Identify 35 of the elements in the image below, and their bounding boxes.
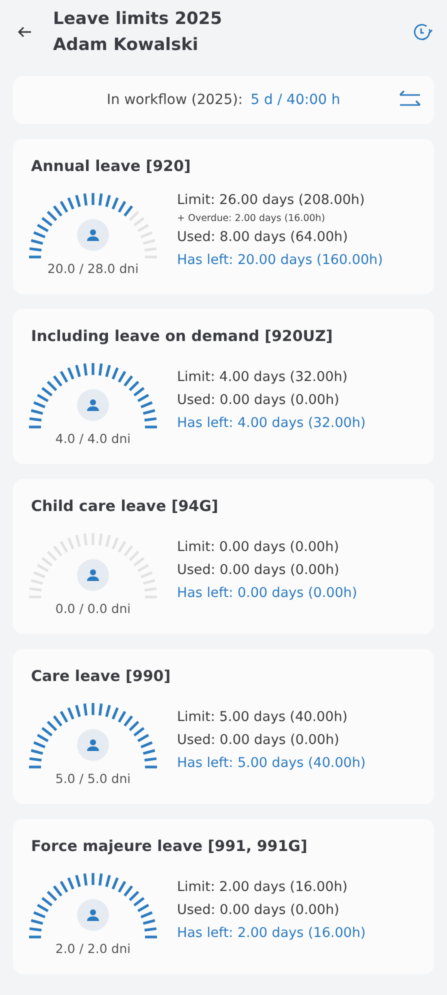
limit-text: Limit: 0.00 days (0.00h) xyxy=(177,538,340,554)
limit-text: Limit: 26.00 days (208.00h) xyxy=(177,192,366,208)
page-title: Leave limits 2025 xyxy=(53,8,224,31)
remaining-text: Has left: 20.00 days (160.00h) xyxy=(177,252,383,268)
used-text: Used: 0.00 days (0.00h) xyxy=(177,732,340,748)
used-text: Used: 0.00 days (0.00h) xyxy=(177,902,340,918)
leave-title: Including leave on demand [920UZ] xyxy=(31,327,334,345)
leave-title: Child care leave [94G] xyxy=(31,497,220,515)
overdue-text: + Overdue: 2.00 days (16.00h) xyxy=(177,212,326,224)
gauge-label: 2.0 / 2.0 dni xyxy=(55,941,131,956)
remaining-text: Has left: 0.00 days (0.00h) xyxy=(177,584,358,600)
limit-text: Limit: 4.00 days (32.00h) xyxy=(177,368,349,384)
used-text: Used: 8.00 days (64.00h) xyxy=(177,228,349,244)
limit-text: Limit: 5.00 days (40.00h) xyxy=(177,708,349,724)
used-text: Used: 0.00 days (0.00h) xyxy=(177,562,340,578)
person-icon xyxy=(77,219,109,251)
gauge-label: 5.0 / 5.0 dni xyxy=(55,771,131,786)
limit-text: Limit: 2.00 days (16.00h) xyxy=(177,878,349,894)
gauge-label: 0.0 / 0.0 dni xyxy=(55,601,131,616)
remaining-text: Has left: 5.00 days (40.00h) xyxy=(177,754,366,770)
person-icon xyxy=(77,729,109,761)
employee-name: Adam Kowalski xyxy=(53,34,200,57)
person-icon xyxy=(77,389,109,421)
workflow-value: 5 d / 40:00 h xyxy=(250,92,340,108)
remaining-text: Has left: 2.00 days (16.00h) xyxy=(177,924,366,940)
used-text: Used: 0.00 days (0.00h) xyxy=(177,392,340,408)
gauge-label: 4.0 / 4.0 dni xyxy=(55,431,131,446)
leave-title: Annual leave [920] xyxy=(31,157,192,175)
workflow-label: In workflow (2025): xyxy=(106,92,243,108)
remaining-text: Has left: 4.00 days (32.00h) xyxy=(177,414,366,430)
leave-title: Force majeure leave [991, 991G] xyxy=(31,837,308,855)
person-icon xyxy=(77,559,109,591)
person-icon xyxy=(77,899,109,931)
gauge-label: 20.0 / 28.0 dni xyxy=(47,261,139,276)
leave-title: Care leave [990] xyxy=(31,667,172,685)
